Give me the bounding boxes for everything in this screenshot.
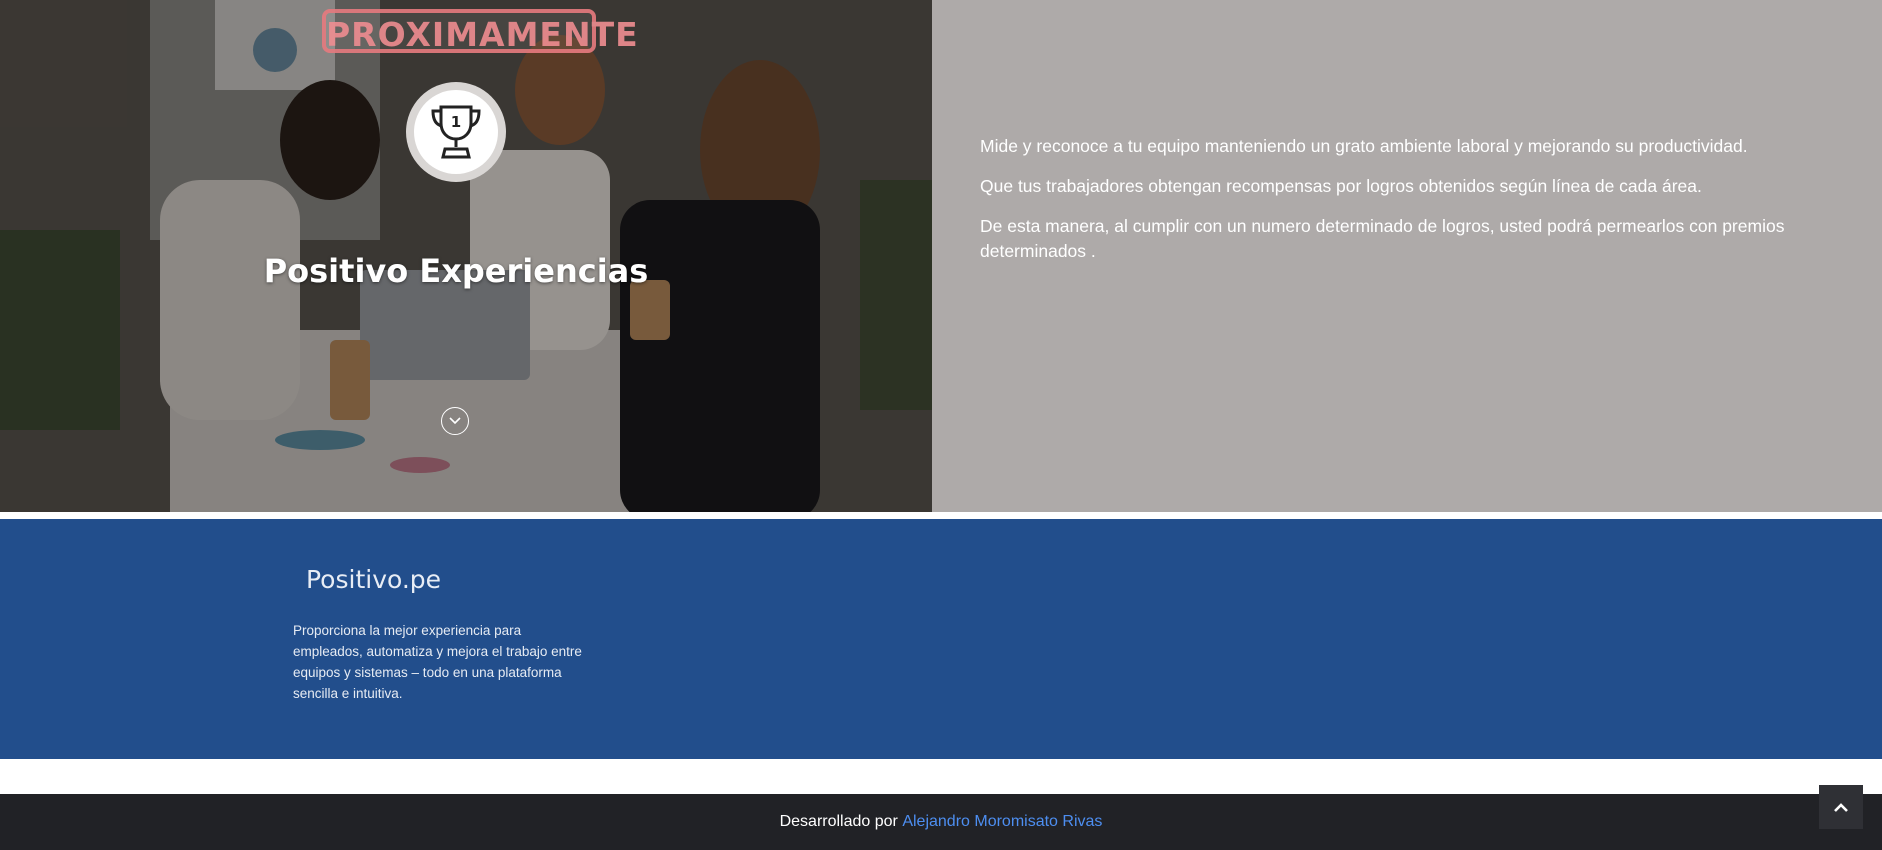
brand-name: Positivo.pe <box>306 565 442 594</box>
trophy-badge: 1 <box>406 82 506 182</box>
coming-soon-stamp: PROXIMAMENTE <box>322 9 638 54</box>
hero-description: Mide y reconoce a tu equipo manteniendo … <box>980 134 1800 279</box>
author-link[interactable]: Alejandro Moromisato Rivas <box>902 813 1102 831</box>
hero-title: Positivo Experiencias <box>263 252 649 290</box>
description-paragraph-3: De esta manera, al cumplir con un numero… <box>980 216 1785 261</box>
description-paragraph-1: Mide y reconoce a tu equipo manteniendo … <box>980 136 1748 156</box>
back-to-top-button[interactable] <box>1819 785 1863 829</box>
footer: Desarrollado por Alejandro Moromisato Ri… <box>0 794 1882 850</box>
svg-text:1: 1 <box>451 113 461 131</box>
description-paragraph-2: Que tus trabajadores obtengan recompensa… <box>980 176 1702 196</box>
hero-image: PROXIMAMENTE 1 Positivo Experiencias <box>0 0 932 512</box>
chevron-down-icon <box>449 417 461 425</box>
footer-credit-prefix: Desarrollado por <box>779 813 898 830</box>
hero-section: PROXIMAMENTE 1 Positivo Experiencias Mid… <box>0 0 1882 512</box>
chevron-up-icon <box>1834 803 1848 812</box>
brand-description: Proporciona la mejor experiencia para em… <box>293 623 582 701</box>
about-section <box>0 519 1882 759</box>
trophy-icon: 1 <box>431 105 481 159</box>
scroll-down-button[interactable] <box>441 407 469 435</box>
